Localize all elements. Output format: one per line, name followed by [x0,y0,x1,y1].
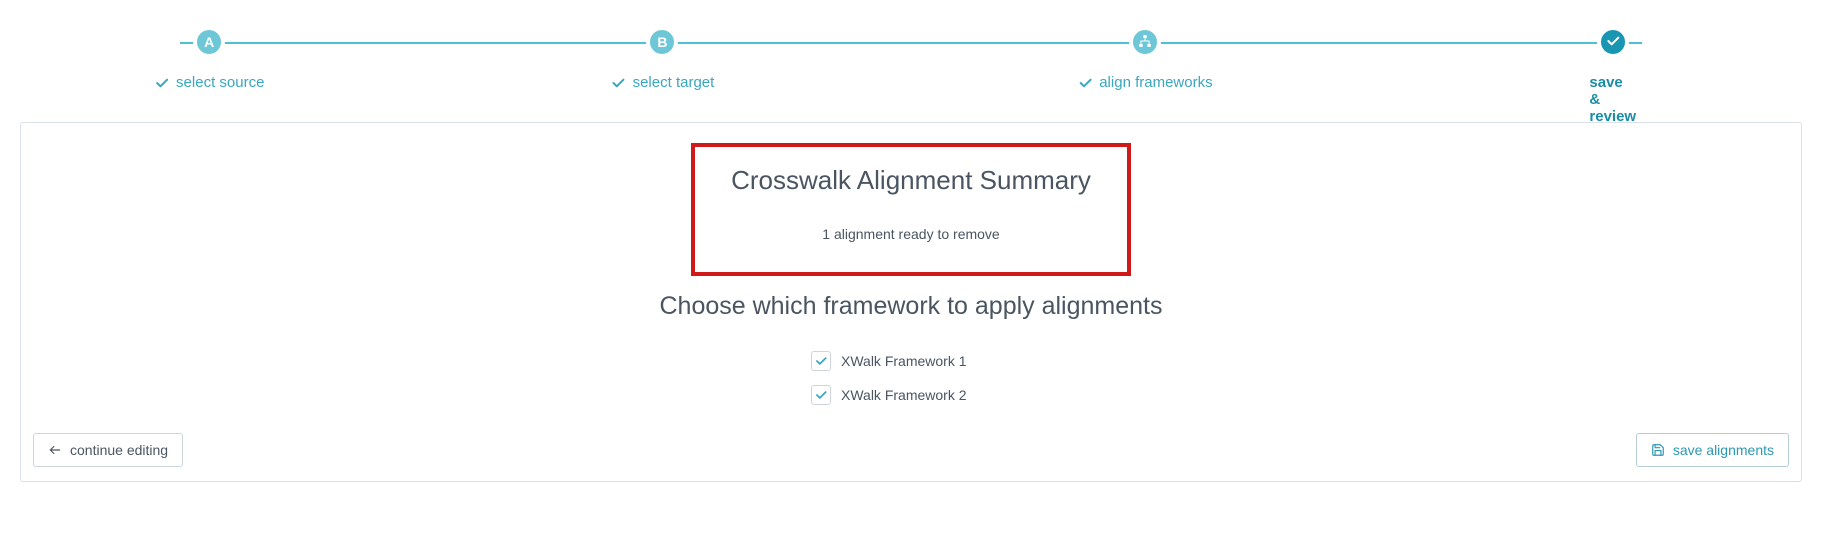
step-badge: B [646,26,678,58]
choose-framework-title: Choose which framework to apply alignmen… [33,292,1789,321]
checkbox[interactable] [811,351,831,371]
save-alignments-button[interactable]: save alignments [1636,433,1789,467]
step-align[interactable] [1129,20,1161,58]
wizard-step-labels: select source select target align framew… [180,74,1642,104]
step-label-source[interactable]: select source [154,74,264,91]
step-label-text: select source [176,74,264,91]
step-label-text: save & review [1589,74,1636,125]
summary-title: Crosswalk Alignment Summary [705,165,1117,196]
step-label-text: align frameworks [1099,74,1212,91]
step-badge: A [193,26,225,58]
check-icon [1077,75,1093,91]
check-icon [611,75,627,91]
framework-item[interactable]: XWalk Framework 1 [811,351,1011,371]
step-target[interactable]: B [646,20,678,58]
step-label-save[interactable]: save & review [1589,74,1636,125]
sitemap-icon [1138,34,1152,51]
check-circle-icon [1605,33,1621,52]
summary-subtitle: 1 alignment ready to remove [705,226,1117,242]
button-label: continue editing [70,442,168,458]
step-label-align[interactable]: align frameworks [1077,74,1212,91]
continue-editing-button[interactable]: continue editing [33,433,183,467]
checkbox[interactable] [811,385,831,405]
framework-label: XWalk Framework 1 [841,353,967,369]
framework-item[interactable]: XWalk Framework 2 [811,385,1011,405]
framework-label: XWalk Framework 2 [841,387,967,403]
framework-list: XWalk Framework 1 XWalk Framework 2 [33,351,1789,405]
check-icon [154,75,170,91]
step-badge [1597,26,1629,58]
step-label-target[interactable]: select target [611,74,715,91]
save-icon [1651,443,1665,457]
card-footer: continue editing save alignments [33,433,1789,467]
stepper-line [180,42,1642,44]
button-label: save alignments [1673,442,1774,458]
arrow-left-icon [48,443,62,457]
step-source[interactable]: A [193,20,225,58]
step-label-text: select target [633,74,715,91]
step-badge [1129,26,1161,58]
summary-card: Crosswalk Alignment Summary 1 alignment … [20,122,1802,482]
alignment-summary-box: Crosswalk Alignment Summary 1 alignment … [691,143,1131,276]
step-save-review[interactable] [1597,20,1629,58]
wizard-stepper: A B [180,20,1642,66]
